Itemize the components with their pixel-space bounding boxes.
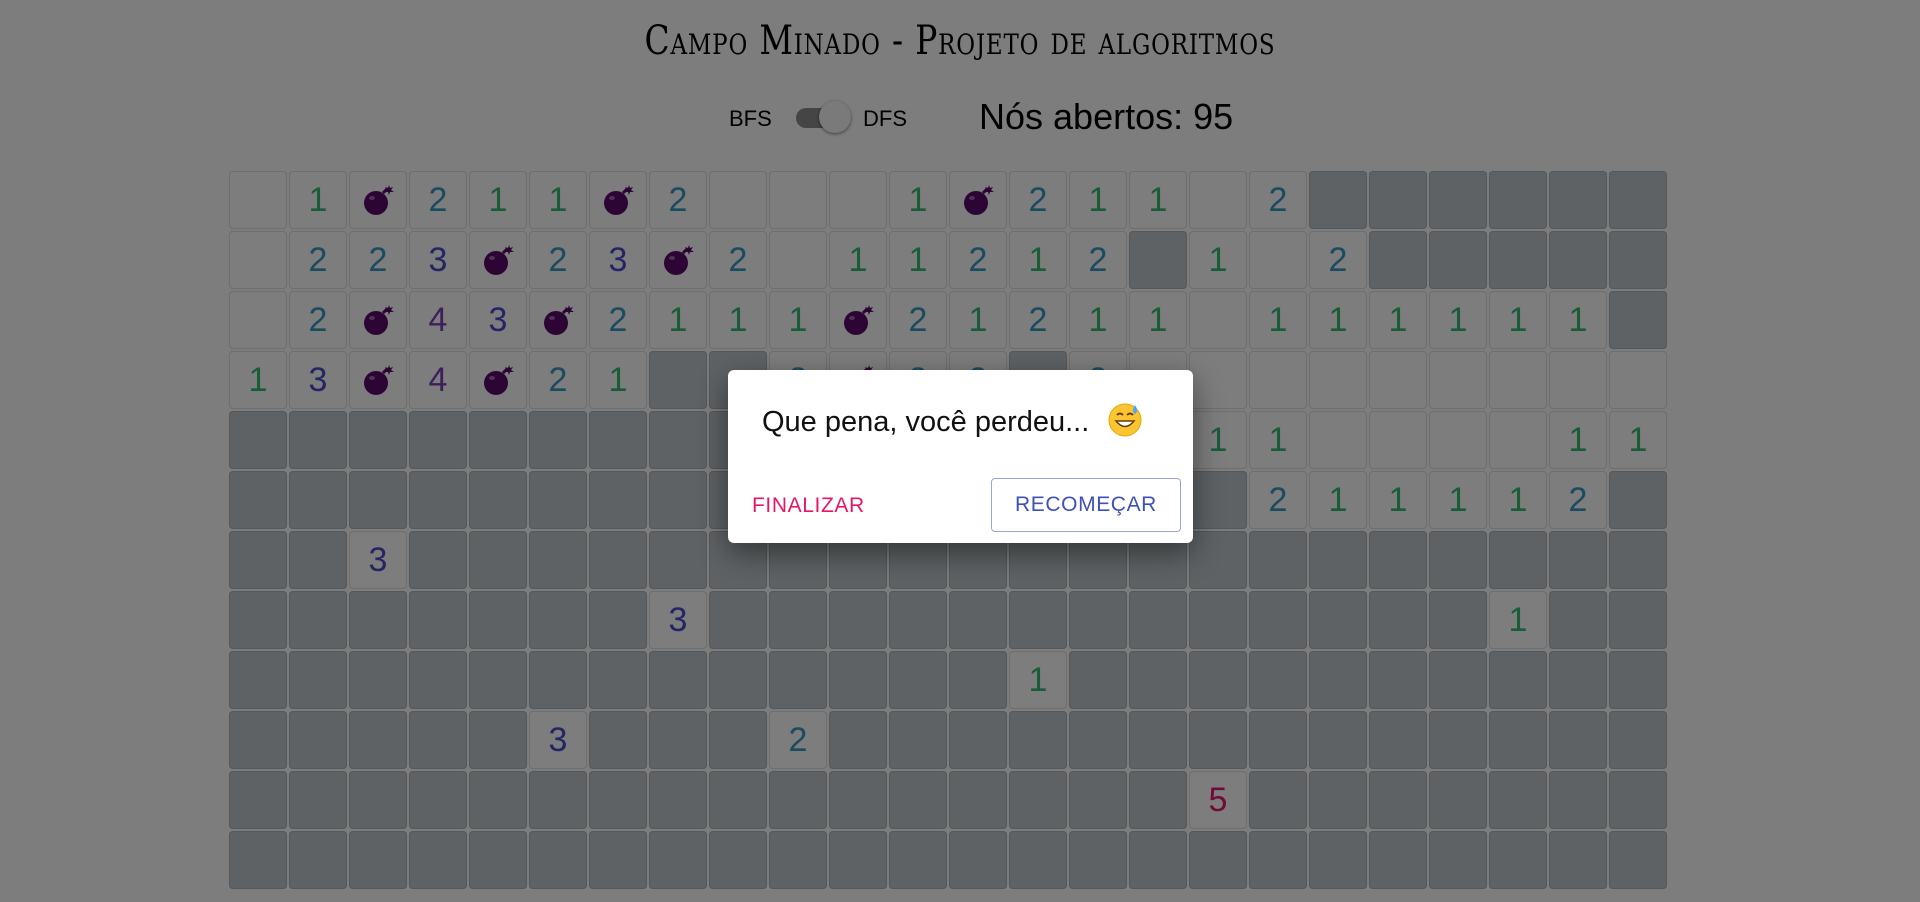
dialog-message-text: Que pena, você perdeu...	[762, 406, 1090, 438]
dialog-message: Que pena, você perdeu...	[762, 401, 1143, 439]
restart-button[interactable]: RECOMEÇAR	[991, 478, 1181, 532]
grinning-sweat-emoji-icon	[1108, 403, 1142, 437]
game-over-dialog: Que pena, você perdeu... FINALIZAR RECOM…	[728, 370, 1193, 543]
finish-button[interactable]: FINALIZAR	[752, 494, 865, 518]
